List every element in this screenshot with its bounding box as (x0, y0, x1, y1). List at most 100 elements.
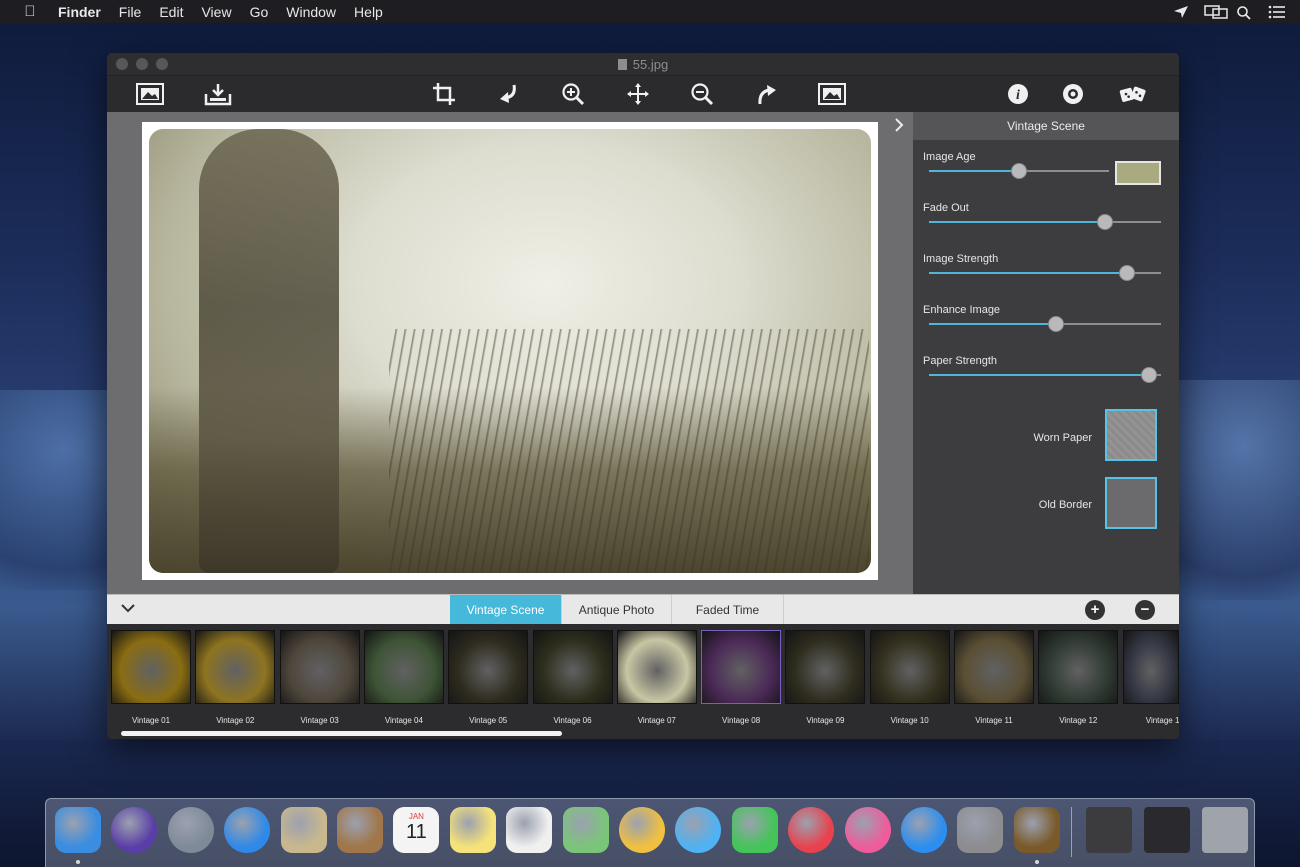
preset-thumbnail-strip: Vintage 01 Vintage 02 Vintage 03 Vintage 04… (107, 624, 1179, 739)
settings-icon[interactable] (1059, 81, 1087, 107)
screenshot-stack-icon[interactable] (1144, 807, 1190, 853)
preset-thumbnail-label: Vintage 01 (131, 716, 171, 725)
crop-icon[interactable] (430, 81, 458, 107)
preset-thumbnail-label: Vintage 12 (1059, 716, 1098, 725)
old-border-label: Old Border (1038, 499, 1092, 511)
slider-track[interactable] (929, 367, 1161, 383)
preset-thumbnail[interactable] (1038, 630, 1119, 704)
toolbar: i (107, 76, 1179, 112)
old-border-texture[interactable] (1105, 477, 1157, 529)
photos-icon[interactable] (619, 807, 665, 853)
slider-image-strength: Image Strength (923, 253, 1163, 281)
window-titlebar: 55.jpg (107, 53, 1179, 76)
preset-thumbnail[interactable] (785, 630, 866, 704)
slider-label: Image Strength (923, 253, 999, 265)
preset-thumbnail[interactable] (195, 630, 276, 704)
menu-edit[interactable]: Edit (159, 4, 183, 20)
slider-knob[interactable] (1097, 214, 1113, 230)
menu-file[interactable]: File (119, 4, 142, 20)
menu-window[interactable]: Window (286, 4, 336, 20)
preset-thumbnail[interactable] (532, 630, 613, 704)
slider-track[interactable] (929, 316, 1161, 332)
apple-menu-icon[interactable]:  (20, 3, 40, 20)
slider-knob[interactable] (1011, 163, 1027, 179)
facetime-icon[interactable] (731, 807, 778, 853)
messages-icon[interactable] (675, 807, 722, 853)
slider-track[interactable] (929, 265, 1161, 281)
adjustments-panel: Vintage Scene Image Age Fade Out Image S… (913, 112, 1179, 594)
itunes-icon[interactable] (844, 807, 891, 853)
location-icon[interactable] (1172, 5, 1190, 19)
display-mirroring-icon[interactable] (1204, 4, 1228, 19)
preset-thumbnail[interactable] (954, 630, 1034, 704)
calendar-icon[interactable]: JAN 11 (393, 807, 440, 853)
preset-thumbnail[interactable] (701, 630, 782, 704)
reminders-icon[interactable] (506, 807, 553, 853)
fit-image-icon[interactable] (818, 81, 846, 107)
maps-icon[interactable] (562, 807, 609, 853)
preset-thumbnail[interactable] (869, 630, 950, 704)
spotlight-search-icon[interactable] (1236, 5, 1254, 20)
finder-icon[interactable] (55, 807, 101, 853)
siri-icon[interactable] (111, 807, 158, 853)
app-window: 55.jpg i Vintage Scene Image Age Fade Ou… (107, 53, 1179, 739)
slider-label: Enhance Image (923, 304, 1001, 316)
safari-icon[interactable] (224, 807, 271, 853)
move-icon[interactable] (624, 81, 652, 107)
preset-thumbnail[interactable] (616, 630, 697, 704)
system-preferences-icon[interactable] (957, 807, 1004, 853)
notes-icon[interactable] (449, 807, 496, 853)
slider-track[interactable] (929, 163, 1109, 179)
rotate-left-icon[interactable] (494, 81, 522, 107)
menu-go[interactable]: Go (250, 4, 269, 20)
photo-grass (389, 328, 869, 573)
add-preset-button[interactable]: + (1085, 600, 1105, 620)
slider-fill (929, 323, 1056, 325)
preset-thumbnail-label: Vintage 1 (1145, 716, 1179, 725)
preset-thumbnail[interactable] (1122, 630, 1179, 704)
rotate-right-icon[interactable] (753, 81, 781, 107)
image-canvas[interactable] (107, 112, 913, 594)
notification-center-icon[interactable] (1268, 5, 1286, 19)
contacts-icon[interactable] (337, 807, 383, 853)
horizontal-scrollbar[interactable] (121, 731, 562, 736)
preset-thumbnail-label: Vintage 08 (722, 716, 761, 725)
trash-icon[interactable] (1202, 807, 1248, 853)
save-icon[interactable] (204, 81, 232, 107)
worn-paper-texture[interactable] (1105, 409, 1157, 461)
preset-thumbnail[interactable] (363, 630, 444, 704)
launchpad-icon[interactable] (167, 807, 214, 853)
remove-preset-button[interactable]: − (1135, 600, 1155, 620)
tab-antique-photo[interactable]: Antique Photo (562, 595, 672, 625)
slider-track[interactable] (929, 214, 1161, 230)
image-age-color-swatch[interactable] (1115, 161, 1161, 185)
news-icon[interactable] (788, 807, 835, 853)
app-store-icon[interactable] (901, 807, 947, 853)
mail-icon[interactable] (280, 807, 327, 853)
slider-knob[interactable] (1119, 265, 1135, 281)
slider-paper-strength: Paper Strength (923, 355, 1163, 383)
slider-fill (929, 221, 1105, 223)
chevron-right-icon[interactable] (894, 118, 908, 134)
document-icon (617, 59, 627, 70)
slider-knob[interactable] (1141, 367, 1157, 383)
preset-thumbnail-label: Vintage 06 (553, 716, 592, 725)
chevron-down-icon[interactable] (121, 601, 137, 617)
tab-faded-time[interactable]: Faded Time (672, 595, 784, 625)
menu-app-name[interactable]: Finder (58, 4, 101, 20)
photo-figure (199, 129, 339, 573)
menu-view[interactable]: View (201, 4, 231, 20)
menu-help[interactable]: Help (354, 4, 383, 20)
preset-thumbnail[interactable] (111, 630, 191, 704)
zoom-out-icon[interactable] (688, 81, 716, 107)
photos-stack-icon[interactable] (1086, 807, 1132, 853)
info-icon[interactable]: i (1004, 81, 1032, 107)
tab-vintage-scene[interactable]: Vintage Scene (450, 595, 562, 625)
preset-thumbnail[interactable] (279, 630, 360, 704)
vintage-scene-app-icon[interactable] (1013, 807, 1060, 853)
slider-knob[interactable] (1048, 316, 1064, 332)
open-image-icon[interactable] (136, 81, 164, 107)
zoom-in-icon[interactable] (559, 81, 587, 107)
random-dice-icon[interactable] (1119, 81, 1147, 107)
preset-thumbnail[interactable] (448, 630, 529, 704)
